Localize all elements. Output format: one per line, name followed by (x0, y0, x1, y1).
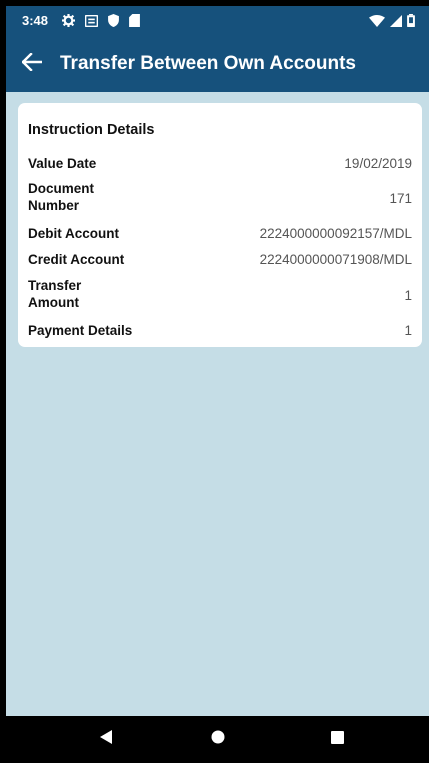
card-title: Instruction Details (28, 122, 155, 138)
detail-label: Transfer Amount (28, 278, 82, 310)
status-bar: 3:48 (6, 6, 429, 36)
arrow-left-icon (21, 51, 43, 76)
wifi-icon (369, 14, 385, 32)
app-bar: Transfer Between Own Accounts (6, 36, 429, 92)
nav-back-icon (99, 730, 113, 749)
status-icons-right (369, 14, 415, 32)
notification-icon (84, 14, 99, 32)
detail-value: 171 (389, 191, 412, 206)
page-title: Transfer Between Own Accounts (60, 53, 356, 74)
status-icons-left (62, 14, 140, 32)
system-nav-bar (6, 716, 429, 763)
detail-label: Value Date (28, 156, 97, 171)
nav-back-button[interactable] (76, 716, 136, 763)
nav-recents-icon (330, 730, 344, 749)
nav-home-icon (211, 730, 225, 749)
detail-value: 2224000000092157/MDL (259, 226, 412, 241)
shield-icon (108, 14, 119, 32)
detail-label: Payment Details (28, 323, 133, 338)
status-time: 3:48 (22, 13, 49, 28)
detail-value: 19/02/2019 (344, 156, 412, 171)
detail-label: Debit Account (28, 226, 119, 241)
signal-icon (390, 14, 402, 32)
nav-recents-button[interactable] (307, 716, 367, 763)
detail-value: 1 (404, 288, 412, 303)
nav-home-button[interactable] (188, 716, 248, 763)
detail-label: Credit Account (28, 252, 125, 267)
battery-icon (407, 14, 415, 32)
detail-value: 2224000000071908/MDL (259, 252, 412, 267)
detail-label: Document Number (28, 181, 95, 213)
screen: 3:48 Transfer Between Own Accounts Instr… (6, 6, 429, 763)
detail-value: 1 (404, 323, 412, 338)
sd-card-icon (129, 14, 140, 32)
instruction-details-card: Instruction Details Value Date 19/02/201… (18, 103, 422, 347)
back-button[interactable] (14, 46, 50, 82)
gear-icon (62, 14, 75, 32)
